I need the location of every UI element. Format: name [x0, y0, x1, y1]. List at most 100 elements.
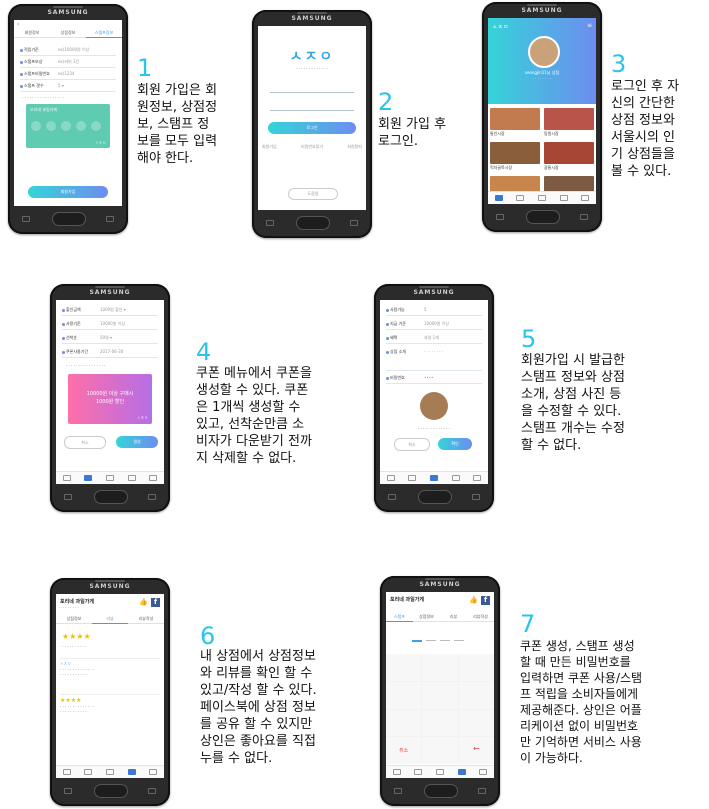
nav-logout-icon[interactable] — [149, 475, 158, 481]
menu-key-icon — [22, 216, 30, 222]
step-number: 7 — [520, 610, 536, 638]
signup-link[interactable]: 회원가입 — [262, 144, 277, 150]
nav-logout-icon[interactable] — [581, 195, 590, 201]
keypad-key[interactable] — [422, 681, 458, 709]
nav-profile-icon[interactable] — [457, 769, 466, 775]
confirm-button[interactable]: 확인 — [438, 438, 472, 450]
tab-shop-info[interactable]: 상점정보 — [56, 614, 92, 624]
form-row[interactable]: 비밀번호 •••• — [386, 374, 482, 384]
form-row[interactable]: 혜택 과일 1개 — [386, 334, 482, 344]
cancel-button[interactable]: 취소 — [394, 438, 430, 451]
form-row[interactable]: 적립기준 ex)10000원 이상 — [20, 46, 116, 56]
nav-home-icon[interactable] — [62, 769, 71, 775]
help-button[interactable]: 도움말 — [288, 188, 338, 200]
create-button[interactable]: 생성 — [116, 436, 158, 448]
form-row[interactable]: 선착순 50명 ▾ — [62, 334, 158, 344]
nav-shop-icon[interactable] — [127, 769, 136, 775]
form-row[interactable]: 할인금액 1000원 할인 ▾ — [62, 306, 158, 316]
nav-profile-icon[interactable] — [537, 195, 546, 201]
nav-logout-icon[interactable] — [149, 769, 158, 775]
tab-reviews[interactable]: 리뷰 — [440, 612, 467, 622]
shop-title: 포리네 과일가게 — [390, 597, 424, 603]
menu-key-icon — [496, 214, 504, 220]
keypad-key[interactable] — [422, 654, 458, 681]
tab-stamp[interactable]: 스탬프 — [386, 612, 413, 622]
nav-home-icon[interactable] — [62, 475, 71, 481]
pin-digit-slot — [440, 632, 450, 641]
nav-home-icon[interactable] — [386, 475, 395, 481]
back-key-icon — [148, 494, 156, 500]
tab-shop-info[interactable]: 상점정보 — [413, 612, 440, 622]
keypad-key[interactable] — [422, 709, 458, 737]
tab-shop-info[interactable]: 상점정보 — [50, 28, 86, 38]
keypad-key[interactable] — [422, 737, 458, 764]
back-icon[interactable]: ‹ — [17, 22, 19, 28]
nav-home-icon[interactable] — [392, 769, 401, 775]
tab-stamp-info[interactable]: 스탬프정보 — [86, 28, 122, 38]
nav-coupon-icon[interactable] — [84, 475, 93, 481]
nav-logout-icon[interactable] — [473, 475, 482, 481]
form-row[interactable]: 지급 기준 10000원 이상 — [386, 320, 482, 330]
tile-photo[interactable] — [544, 108, 594, 130]
caption-line: 로그인. — [378, 134, 419, 149]
nav-home-icon[interactable] — [494, 195, 503, 201]
keypad-cancel-key[interactable]: 취소 — [386, 737, 422, 764]
login-button[interactable]: 로그인 — [268, 122, 356, 134]
menu-key-icon — [64, 494, 72, 500]
facebook-share-icon[interactable]: f — [151, 598, 160, 607]
find-password-link[interactable]: 비밀번호찾기 — [301, 144, 323, 150]
tab-write-review[interactable]: 리뷰작성 — [467, 612, 494, 622]
keypad-key[interactable] — [458, 681, 494, 709]
tab-member-info[interactable]: 회원정보 — [14, 28, 50, 38]
form-row[interactable]: 사용기준 10000원 이상 — [62, 320, 158, 330]
tab-reviews[interactable]: 리뷰 — [92, 614, 128, 624]
tile-photo[interactable] — [544, 176, 594, 192]
keypad: 취소 ← — [386, 654, 494, 764]
nav-coupon-icon[interactable] — [408, 475, 417, 481]
home-button — [424, 784, 458, 798]
nav-shop-icon[interactable] — [127, 475, 136, 481]
nav-shop-icon[interactable] — [451, 475, 460, 481]
keypad-key[interactable] — [386, 654, 422, 681]
signup-tabs: 회원정보 상점정보 스탬프정보 — [14, 28, 122, 38]
caption-line: 제공해준다. 상인은 어플 — [520, 703, 642, 717]
form-row[interactable]: 사용가능 5 — [386, 306, 482, 316]
nav-settings-icon[interactable] — [479, 769, 488, 775]
tab-write-review[interactable]: 리뷰작성 — [128, 614, 164, 624]
nav-shop-icon[interactable] — [559, 195, 568, 201]
signup-button[interactable]: 회원가입 — [28, 186, 108, 198]
tile-photo[interactable] — [490, 142, 540, 164]
menu-icon[interactable]: ≡ — [587, 22, 592, 29]
tile-photo[interactable] — [490, 176, 540, 192]
form-row[interactable]: 쿠폰사용기간 2017-06-30 — [62, 348, 158, 358]
facebook-share-icon[interactable]: f — [481, 596, 490, 605]
keypad-key[interactable] — [458, 709, 494, 737]
home-button — [296, 216, 330, 230]
home-button — [94, 490, 128, 504]
form-row[interactable]: 스탬프 갯수 5 ▾ — [20, 82, 116, 92]
shop-photo[interactable] — [420, 392, 448, 420]
id-input[interactable] — [270, 82, 354, 93]
nav-coupon-icon[interactable] — [516, 195, 525, 201]
password-input[interactable] — [270, 100, 354, 111]
tile-photo[interactable] — [490, 108, 540, 130]
form-row[interactable]: 상점 소개 · · · · · · · · — [386, 348, 482, 371]
nav-profile-icon[interactable] — [105, 475, 114, 481]
nav-profile-icon[interactable] — [429, 475, 438, 481]
keypad-key[interactable] — [386, 709, 422, 737]
pin-digit-slot — [426, 632, 436, 641]
shop-address: · · · · · · · · — [60, 605, 80, 610]
phone-main: SAMSUNG ㅅㅈㅇ ≡ seongjin11님 상점 · · · · · ·… — [482, 2, 602, 232]
backspace-icon[interactable]: ← — [458, 737, 494, 764]
form-row[interactable]: 스탬프비밀번호 ex)1234 — [20, 70, 116, 80]
form-row[interactable]: 스탬프보상 ex)커피 1잔 — [20, 58, 116, 68]
withdraw-link[interactable]: 회원탈퇴 — [347, 144, 362, 150]
tile-photo[interactable] — [544, 142, 594, 164]
keypad-key[interactable] — [458, 654, 494, 681]
nav-map-icon[interactable] — [435, 769, 444, 775]
keypad-key[interactable] — [386, 681, 422, 709]
nav-coupon-icon[interactable] — [84, 769, 93, 775]
nav-coupon-icon[interactable] — [414, 769, 423, 775]
nav-profile-icon[interactable] — [105, 769, 114, 775]
cancel-button[interactable]: 취소 — [64, 436, 106, 449]
